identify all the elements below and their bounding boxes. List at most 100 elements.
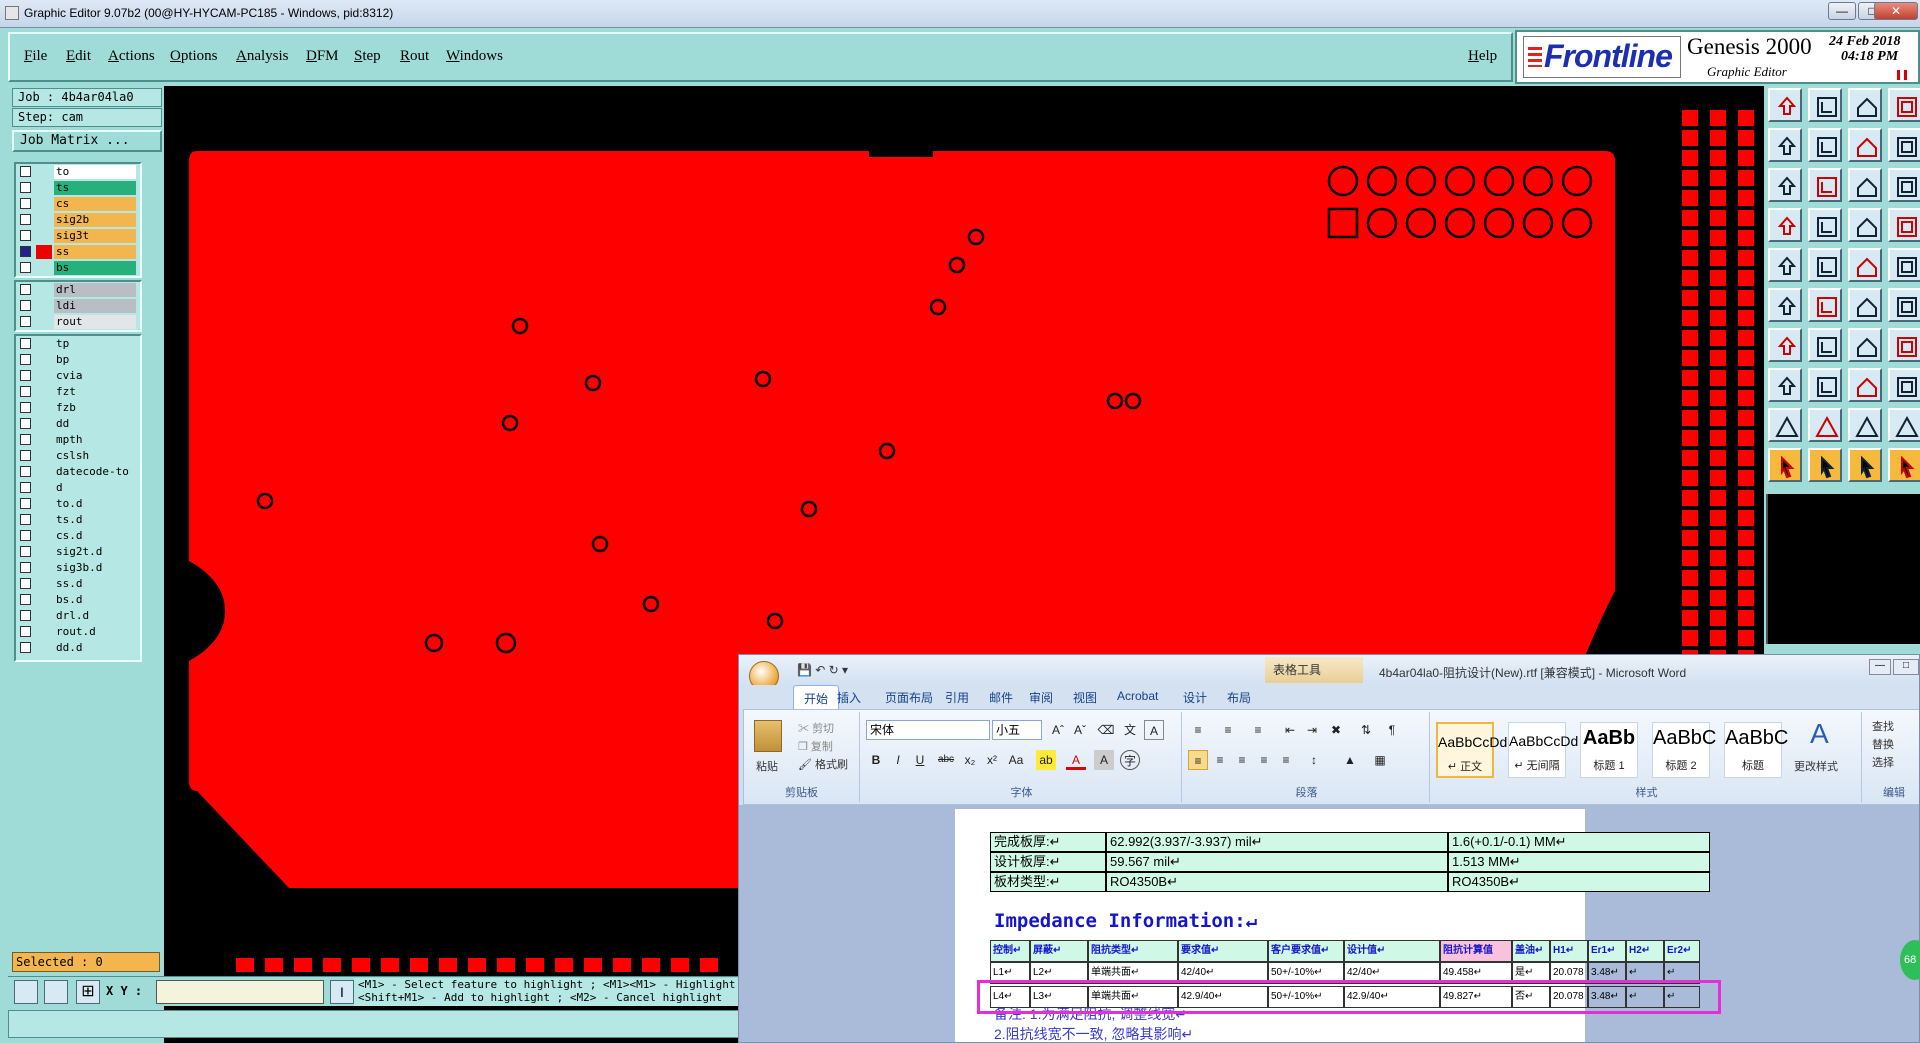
- menu-windows[interactable]: Windows: [446, 48, 503, 65]
- move-up-icon[interactable]: [1768, 88, 1802, 122]
- help-icon[interactable]: [1888, 168, 1920, 202]
- cross-tool-icon[interactable]: [1808, 288, 1842, 322]
- impedance-cell[interactable]: H2↵: [1626, 940, 1664, 962]
- zoom-back-icon[interactable]: [1768, 128, 1802, 162]
- grow-font-icon[interactable]: Aˆ: [1048, 720, 1068, 740]
- menu-actions[interactable]: Actions: [108, 48, 155, 65]
- spec-cell[interactable]: 1.6(+0.1/-0.1) MM↵: [1448, 832, 1710, 852]
- layer-sig2t.d[interactable]: sig2t.d: [16, 544, 140, 560]
- layer-bp[interactable]: bp: [16, 352, 140, 368]
- spec-cell[interactable]: 设计板厚:↵: [990, 852, 1106, 872]
- layer-ldi[interactable]: ldi: [16, 298, 140, 314]
- layer-name[interactable]: sig3t: [54, 229, 136, 243]
- select-tool-2-icon[interactable]: [1808, 448, 1842, 482]
- char-border-icon[interactable]: A: [1144, 720, 1164, 740]
- layer-datecode-to[interactable]: datecode-to: [16, 464, 140, 480]
- layer-checkbox[interactable]: [20, 182, 31, 193]
- show-marks-icon[interactable]: ¶: [1382, 720, 1402, 740]
- layer-name[interactable]: dd: [54, 417, 136, 431]
- job-matrix-button[interactable]: Job Matrix ...: [12, 130, 162, 152]
- style-2[interactable]: AaBb 标题 1: [1580, 722, 1638, 778]
- drill-tool-icon[interactable]: [1808, 208, 1842, 242]
- layer-sig3t[interactable]: sig3t: [16, 228, 140, 244]
- menu-file[interactable]: File: [24, 48, 47, 65]
- change-styles-button[interactable]: 更改样式: [1794, 758, 1838, 774]
- align-center-icon[interactable]: ≡: [1210, 750, 1230, 770]
- style-1[interactable]: AaBbCcDd ↵ 无间隔: [1508, 722, 1578, 778]
- font-size-select[interactable]: 小五: [992, 720, 1042, 740]
- layer-sig2b[interactable]: sig2b: [16, 212, 140, 228]
- layer-checkbox[interactable]: [20, 530, 31, 541]
- zoom-fit-icon[interactable]: [1888, 128, 1920, 162]
- layer-cslsh[interactable]: cslsh: [16, 448, 140, 464]
- angle-tool-icon[interactable]: [1768, 328, 1802, 362]
- layer-checkbox[interactable]: [20, 300, 31, 311]
- impedance-cell[interactable]: 客户要求值↵: [1268, 940, 1344, 962]
- info-icon[interactable]: I: [330, 980, 354, 1004]
- grid-tool-icon[interactable]: [1848, 368, 1882, 402]
- layer-checkbox[interactable]: [20, 316, 31, 327]
- word-tab-8[interactable]: 设计: [1183, 689, 1207, 706]
- layer-checkbox[interactable]: [20, 498, 31, 509]
- layer-checkbox[interactable]: [20, 246, 31, 257]
- word-tab-7[interactable]: Acrobat: [1117, 689, 1158, 703]
- layer-checkbox[interactable]: [20, 642, 31, 653]
- angle-tool-2-icon[interactable]: [1808, 328, 1842, 362]
- home-icon[interactable]: [1848, 88, 1882, 122]
- layer-name[interactable]: bs: [54, 261, 136, 275]
- layer-dd.d[interactable]: dd.d: [16, 640, 140, 656]
- select-tool-4-icon[interactable]: [1888, 448, 1920, 482]
- measure-icon[interactable]: [1768, 208, 1802, 242]
- pan-icon[interactable]: [1768, 168, 1802, 202]
- layer-drl[interactable]: drl: [16, 282, 140, 298]
- layer-name[interactable]: dd.d: [54, 641, 136, 655]
- impedance-cell[interactable]: 阻抗类型↵: [1088, 940, 1178, 962]
- find-button[interactable]: 查找: [1872, 718, 1894, 734]
- scale-1-1-icon[interactable]: [1848, 168, 1882, 202]
- triangle-tool-2-icon[interactable]: [1808, 408, 1842, 442]
- layer-name[interactable]: drl: [54, 283, 136, 297]
- spec-cell[interactable]: 62.992(3.937/-3.937) mil↵: [1106, 832, 1448, 852]
- spec-cell[interactable]: RO4350B↵: [1106, 872, 1448, 892]
- change-case-icon[interactable]: Aa: [1006, 750, 1026, 770]
- layer-name[interactable]: ts: [54, 181, 136, 195]
- pad-tool-icon[interactable]: [1768, 248, 1802, 282]
- zoom-center-icon[interactable]: [1808, 168, 1842, 202]
- menu-dfm[interactable]: DFM: [306, 48, 339, 65]
- impedance-cell[interactable]: Er2↵: [1664, 940, 1700, 962]
- triangle-tool-4-icon[interactable]: [1888, 408, 1920, 442]
- word-tab-1[interactable]: 插入: [837, 689, 861, 706]
- layer-name[interactable]: bs.d: [54, 593, 136, 607]
- clear-format-icon[interactable]: ⌫: [1096, 720, 1116, 740]
- impedance-cell[interactable]: 阻抗计算值: [1440, 940, 1512, 962]
- select-tool-icon[interactable]: [1768, 448, 1802, 482]
- superscript-icon[interactable]: x²: [982, 750, 1002, 770]
- underline-icon[interactable]: U: [910, 750, 930, 770]
- select-button[interactable]: 选择: [1872, 754, 1894, 770]
- format-painter-button[interactable]: 🖌 格式刷: [798, 756, 848, 772]
- menu-options[interactable]: Options: [170, 48, 218, 65]
- layer-checkbox[interactable]: [20, 450, 31, 461]
- layer-to[interactable]: to: [16, 164, 140, 180]
- layer-sig3b.d[interactable]: sig3b.d: [16, 560, 140, 576]
- layer-name[interactable]: rout.d: [54, 625, 136, 639]
- layer-ts.d[interactable]: ts.d: [16, 512, 140, 528]
- layer-to.d[interactable]: to.d: [16, 496, 140, 512]
- rotate-tool-icon[interactable]: [1848, 328, 1882, 362]
- cut-button[interactable]: ✂ 剪切: [798, 720, 834, 736]
- grid-icon[interactable]: ⊞: [76, 980, 100, 1004]
- layer-name[interactable]: cvia: [54, 369, 136, 383]
- layer-checkbox[interactable]: [20, 284, 31, 295]
- subscript-icon[interactable]: x₂: [960, 750, 980, 770]
- layer-checkbox[interactable]: [20, 230, 31, 241]
- layer-fzb[interactable]: fzb: [16, 400, 140, 416]
- layer-name[interactable]: drl.d: [54, 609, 136, 623]
- sort-icon[interactable]: ⇅: [1356, 720, 1376, 740]
- menu-help[interactable]: Help: [1468, 48, 1497, 65]
- layer-checkbox[interactable]: [20, 578, 31, 589]
- layer-checkbox[interactable]: [20, 514, 31, 525]
- align-right-icon[interactable]: ≡: [1232, 750, 1252, 770]
- word-tab-6[interactable]: 视图: [1073, 689, 1097, 706]
- layer-name[interactable]: ts.d: [54, 513, 136, 527]
- link-tool-icon[interactable]: [1848, 288, 1882, 322]
